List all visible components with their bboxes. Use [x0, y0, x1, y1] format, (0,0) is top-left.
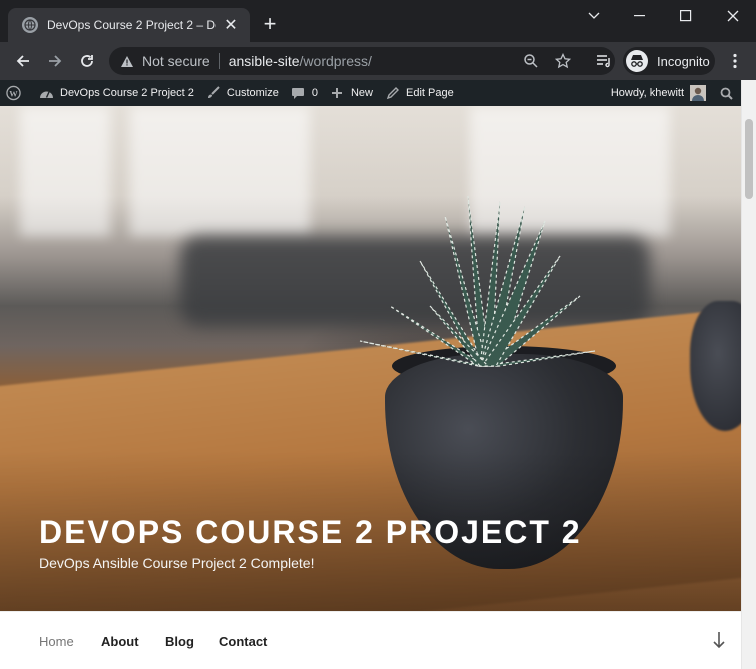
svg-text:W: W: [9, 88, 18, 98]
nav-item-about[interactable]: About: [101, 634, 139, 649]
main-navigation: Home About Blog Contact: [0, 611, 741, 669]
reload-button[interactable]: [73, 47, 101, 75]
window-light: [130, 106, 310, 236]
scroll-down-arrow-icon[interactable]: [711, 630, 727, 650]
nav-item-contact[interactable]: Contact: [219, 634, 267, 649]
my-account-link[interactable]: Howdy, khewitt: [605, 80, 712, 106]
nav-item-home[interactable]: Home: [39, 634, 74, 649]
playlist-icon: [597, 55, 610, 68]
maximize-button[interactable]: [663, 0, 709, 32]
close-icon: [727, 10, 739, 22]
tab-strip: DevOps Course 2 Project 2 – Dev ✕ +: [0, 0, 756, 42]
new-content-link[interactable]: New: [324, 80, 379, 106]
succulent-plant: [359, 195, 596, 367]
avatar: [690, 85, 706, 101]
media-control-button[interactable]: [590, 47, 618, 75]
close-window-button[interactable]: [710, 0, 756, 32]
window-light: [20, 106, 110, 236]
comment-icon: [291, 86, 306, 101]
minimize-button[interactable]: [617, 0, 663, 32]
site-title[interactable]: DEVOPS COURSE 2 PROJECT 2: [39, 514, 582, 551]
site-name-label: DevOps Course 2 Project 2: [60, 87, 194, 99]
pencil-icon: [385, 86, 400, 101]
tab-title: DevOps Course 2 Project 2 – Dev: [47, 18, 216, 32]
browser-window: DevOps Course 2 Project 2 – Dev ✕ + Not …: [0, 0, 756, 669]
browser-toolbar: Not secure ansible-site/wordpress/ Incog…: [0, 42, 756, 80]
close-tab-icon[interactable]: ✕: [222, 15, 240, 35]
new-label: New: [350, 87, 373, 99]
address-bar[interactable]: Not secure ansible-site/wordpress/: [109, 47, 615, 75]
incognito-icon: [626, 50, 648, 72]
back-arrow-icon: [16, 55, 29, 67]
nav-item-blog[interactable]: Blog: [165, 634, 194, 649]
url-path: /wordpress/: [299, 53, 372, 69]
brush-icon: [206, 86, 221, 101]
url-host: ansible-site: [228, 53, 300, 69]
dashboard-icon: [39, 86, 54, 101]
howdy-label: Howdy, khewitt: [610, 87, 684, 99]
customize-link[interactable]: Customize: [200, 80, 285, 106]
scrollbar-thumb[interactable]: [745, 119, 753, 199]
incognito-label: Incognito: [657, 53, 710, 69]
zoom-icon[interactable]: [523, 53, 539, 69]
site-name-link[interactable]: DevOps Course 2 Project 2: [33, 80, 200, 106]
wp-admin-bar: W DevOps Course 2 Project 2 Customize 0 …: [0, 80, 741, 106]
back-button[interactable]: [9, 47, 37, 75]
site-description: DevOps Ansible Course Project 2 Complete…: [39, 555, 315, 571]
maximize-icon: [680, 10, 692, 22]
menu-button[interactable]: [721, 47, 749, 75]
new-tab-button[interactable]: +: [258, 13, 282, 37]
chevron-down-icon: [588, 12, 600, 19]
wp-logo-button[interactable]: W: [0, 80, 33, 106]
plus-icon: [330, 86, 345, 101]
forward-arrow-icon: [49, 55, 62, 67]
wordpress-icon: W: [6, 85, 21, 101]
security-label[interactable]: Not secure: [142, 53, 210, 69]
tab-search-button[interactable]: [571, 0, 617, 32]
header-image: DEVOPS COURSE 2 PROJECT 2 DevOps Ansible…: [0, 106, 741, 611]
forward-button[interactable]: [41, 47, 69, 75]
reload-icon: [81, 55, 93, 67]
globe-icon: [22, 17, 38, 33]
comments-link[interactable]: 0: [285, 80, 324, 106]
comments-count: 0: [311, 87, 318, 99]
page-scrollbar[interactable]: [741, 80, 756, 669]
admin-bar-secondary: Howdy, khewitt: [605, 80, 741, 106]
star-icon[interactable]: [555, 53, 571, 69]
separator: [218, 53, 220, 69]
customize-label: Customize: [226, 87, 279, 99]
browser-tab[interactable]: DevOps Course 2 Project 2 – Dev ✕: [8, 8, 250, 42]
admin-search-button[interactable]: [712, 80, 741, 106]
edit-page-label: Edit Page: [406, 87, 454, 99]
incognito-indicator[interactable]: Incognito: [623, 47, 715, 75]
edit-page-link[interactable]: Edit Page: [379, 80, 460, 106]
search-icon: [720, 87, 733, 100]
warning-icon: [121, 55, 133, 67]
minimize-icon: [634, 15, 645, 17]
more-vert-icon: [733, 53, 737, 69]
web-page: W DevOps Course 2 Project 2 Customize 0 …: [0, 80, 756, 669]
